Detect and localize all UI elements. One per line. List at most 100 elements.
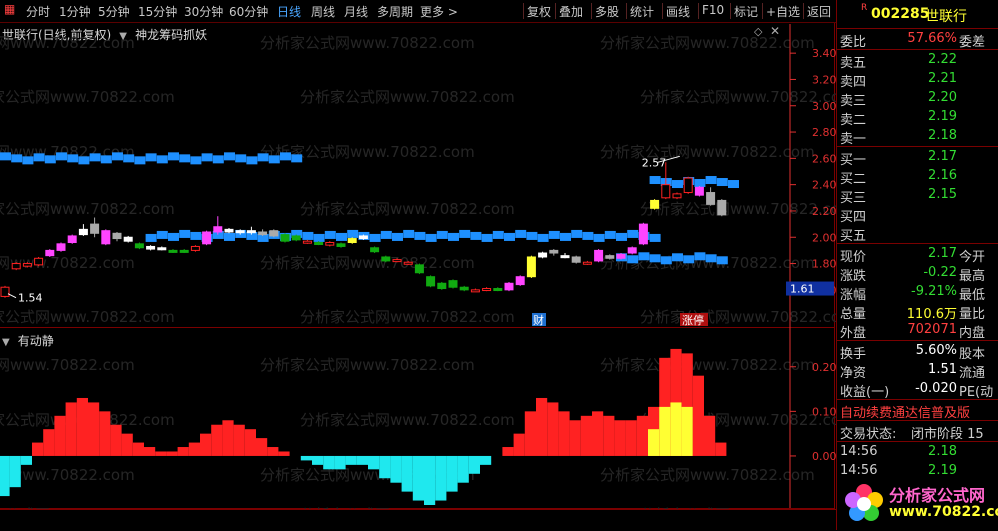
indicator-header: ▼ 有动静 — [2, 330, 54, 349]
period-tab[interactable]: 分时 — [26, 3, 50, 20]
grid-menu-icon[interactable]: ▦ — [4, 2, 15, 16]
quote-stat-row[interactable]: 收益(一) -0.020 PE(动 — [837, 380, 998, 400]
stock-name: 世联行 — [925, 9, 967, 25]
quote-stat-row-tail: 最高 — [959, 269, 986, 284]
quote-stat-row[interactable]: 净资 1.51 流通 — [837, 361, 998, 381]
tick-trade-row-label: 14:56 — [840, 444, 878, 459]
bid-level-row[interactable]: 买四 — [837, 205, 998, 225]
chevron-down-icon[interactable]: ▼ — [2, 337, 10, 348]
tick-trade-row-value: 2.18 — [928, 444, 957, 459]
bid-level-row[interactable]: 买五 — [837, 224, 998, 244]
toolbar-action-button[interactable]: 画线 — [666, 3, 690, 20]
period-tab[interactable]: 周线 — [311, 3, 335, 20]
toolbar-action-button[interactable]: +自选 — [766, 3, 800, 20]
indicator-name[interactable]: 神龙筹码抓妖 — [135, 28, 207, 42]
tick-trade-row[interactable]: 14:56 2.18 — [837, 443, 998, 462]
diamond-icon[interactable]: ◇ — [754, 25, 762, 38]
ask-level-row[interactable]: 卖四 2.21 — [837, 70, 998, 90]
quote-stat-row-value: 1.51 — [928, 362, 957, 377]
quote-stat-row[interactable]: 现价 2.17 今开 — [837, 245, 998, 265]
bid-level-row[interactable]: 买一 2.17 — [837, 148, 998, 168]
trade-status-label: 交易状态: — [840, 427, 897, 442]
quote-stat-row-tail: 流通 — [959, 366, 986, 381]
period-tab[interactable]: 5分钟 — [98, 3, 130, 20]
chevron-down-icon[interactable]: ▼ — [119, 31, 127, 42]
ask-level-row[interactable]: 卖一 2.18 — [837, 127, 998, 147]
period-tab[interactable]: 60分钟 — [229, 3, 268, 20]
site-logo: 分析家公式网 www.70822.com — [837, 474, 998, 530]
bid-level-row-label: 买三 — [840, 191, 867, 206]
close-icon[interactable]: ✕ — [770, 24, 780, 38]
period-tab[interactable]: 多周期 — [377, 3, 413, 20]
weibi-row: 委比 57.66% 委差 — [837, 30, 998, 50]
main-pane-header: 世联行(日线,前复权) ▼ 神龙筹码抓妖 — [2, 24, 207, 43]
bid-level-row[interactable]: 买三 2.15 — [837, 186, 998, 206]
quote-stat-row-value: 5.60% — [915, 343, 957, 358]
toolbar-separator — [662, 3, 663, 19]
period-tab[interactable]: 30分钟 — [184, 3, 223, 20]
ask-level-row-value: 2.22 — [928, 52, 957, 67]
ask-level-row[interactable]: 卖三 2.20 — [837, 89, 998, 109]
quote-stat-row[interactable]: 涨幅 -9.21% 最低 — [837, 283, 998, 303]
stock-code: 002285 — [871, 6, 930, 22]
toolbar-action-button[interactable]: 返回 — [807, 3, 831, 20]
toolbar-action-button[interactable]: 复权 — [527, 3, 551, 20]
bid-level-row-label: 买一 — [840, 153, 867, 168]
quote-stat-row-tail: 量比 — [959, 307, 986, 322]
quote-stat-row[interactable]: 总量 110.6万 量比 — [837, 302, 998, 322]
bid-level-row-value: 2.16 — [928, 168, 957, 183]
ask-level-row-value: 2.18 — [928, 128, 957, 143]
ask-level-row[interactable]: 卖五 2.22 — [837, 51, 998, 71]
toolbar-separator — [591, 3, 592, 19]
quote-stat-row-tail: 内盘 — [959, 326, 986, 341]
bid-level-row-label: 买二 — [840, 172, 867, 187]
toolbar-action-button[interactable]: 多股 — [595, 3, 619, 20]
tick-trade-row-label: 14:56 — [840, 463, 878, 478]
bid-level-row-label: 买五 — [840, 229, 867, 244]
toolbar-separator — [730, 3, 731, 19]
main-chart-pane[interactable] — [0, 23, 835, 328]
bid-level-row-label: 买四 — [840, 210, 867, 225]
quote-stat-row-tail: 最低 — [959, 288, 986, 303]
toolbar-action-button[interactable]: 统计 — [630, 3, 654, 20]
quote-stat-row[interactable]: 涨跌 -0.22 最高 — [837, 264, 998, 284]
quote-stat-row-label: 涨幅 — [840, 288, 867, 303]
date-axis — [0, 509, 836, 531]
ask-level-row[interactable]: 卖二 2.19 — [837, 108, 998, 128]
toolbar-action-button[interactable]: 标记 — [734, 3, 758, 20]
toolbar-separator — [803, 3, 804, 19]
period-tab[interactable]: 日线 — [277, 3, 301, 20]
toolbar-action-button[interactable]: 叠加 — [559, 3, 583, 20]
renewal-notice[interactable]: 自动续费通达信普及版 — [840, 402, 970, 421]
ask-level-row-value: 2.19 — [928, 109, 957, 124]
period-tab[interactable]: 15分钟 — [138, 3, 177, 20]
period-tab[interactable]: 更多 > — [420, 3, 458, 20]
quote-panel: R 002285 世联行 委比 57.66% 委差 自动续费通达信普及版 交易状… — [836, 0, 998, 530]
quote-stat-row-label: 净资 — [840, 366, 867, 381]
tick-trade-row[interactable]: 14:56 2.19 — [837, 462, 998, 481]
quote-stat-row-tail: PE(动 — [959, 385, 994, 400]
trade-status-value: 闭市阶段 15 — [911, 427, 984, 442]
logo-url: www.70822.com — [889, 504, 998, 520]
notice-row[interactable]: 自动续费通达信普及版 — [837, 401, 998, 421]
toolbar-separator — [626, 3, 627, 19]
bid-level-row[interactable]: 买二 2.16 — [837, 167, 998, 187]
weibi-value: 57.66% — [907, 31, 957, 46]
weicha-label: 委差 — [959, 35, 986, 50]
stock-period-title: 世联行(日线,前复权) — [2, 28, 112, 42]
period-tab[interactable]: 1分钟 — [59, 3, 91, 20]
quote-header: R 002285 世联行 — [837, 0, 998, 28]
quote-stat-row[interactable]: 外盘 702071 内盘 — [837, 321, 998, 341]
quote-stat-row-value: -0.020 — [915, 381, 957, 396]
toolbar-action-button[interactable]: F10 — [702, 3, 724, 17]
quote-stat-row[interactable]: 换手 5.60% 股本 — [837, 342, 998, 362]
quote-stat-row-value: -0.22 — [923, 265, 957, 280]
period-tab[interactable]: 月线 — [344, 3, 368, 20]
indicator-pane[interactable] — [0, 328, 835, 509]
quote-stat-row-label: 总量 — [840, 307, 867, 322]
logo-name: 分析家公式网 — [889, 486, 986, 505]
ask-level-row-label: 卖三 — [840, 94, 867, 109]
toolbar-separator — [555, 3, 556, 19]
quote-stat-row-label: 外盘 — [840, 326, 867, 341]
ask-level-row-value: 2.21 — [928, 71, 957, 86]
